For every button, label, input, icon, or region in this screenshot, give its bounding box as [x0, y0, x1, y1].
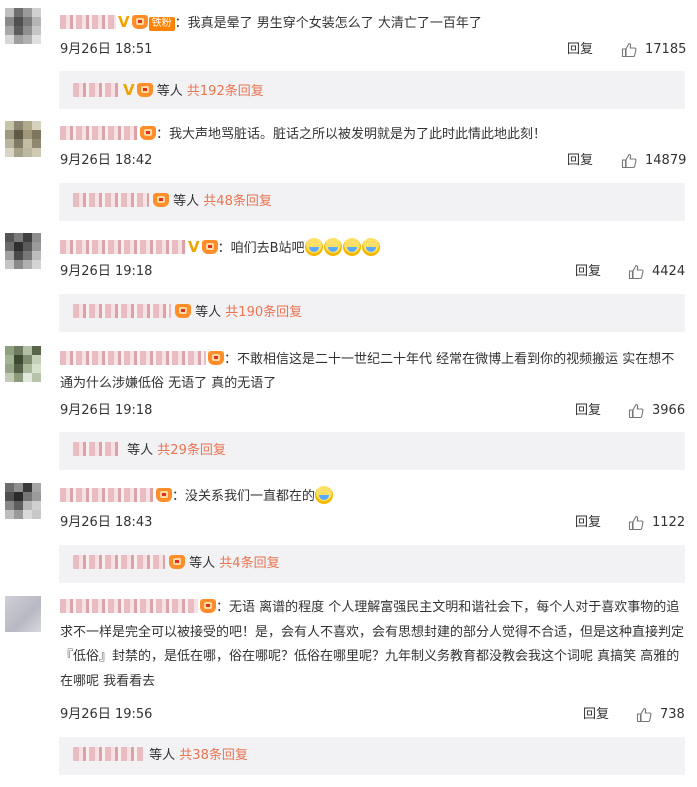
like-count: 14879 [645, 153, 687, 168]
fan-badge: 铁粉 [148, 17, 175, 31]
comment-text: 我大声地骂脏话。脏话之所以被发明就是为了此时此情此地此刻！ [169, 127, 547, 142]
like-button[interactable]: 1122 [628, 514, 685, 532]
verified-v-icon: V [123, 81, 135, 99]
reply-button[interactable]: 回复 [575, 263, 601, 281]
view-replies-link[interactable]: 共48条回复 [203, 194, 272, 209]
sub-replies-box[interactable]: 等人 共4条回复 [59, 545, 685, 583]
sub-replies-box[interactable]: 等人 共29条回复 [59, 432, 685, 470]
sub-username[interactable] [73, 193, 149, 207]
avatar[interactable] [5, 596, 41, 632]
avatar[interactable] [5, 233, 41, 269]
crying-face-emoji [323, 238, 342, 256]
verified-v-icon: V [188, 238, 200, 256]
sub-username[interactable] [73, 83, 119, 97]
like-count: 738 [660, 707, 685, 722]
comment-timestamp: 9月26日 18:51 [60, 42, 153, 57]
sub-waiting-text: 等人 [149, 748, 176, 763]
member-crown-icon [201, 240, 218, 254]
comment-body: ：没关系我们一直都在的 [60, 485, 685, 509]
comment-timestamp: 9月26日 19:18 [60, 264, 153, 279]
crying-face-emoji [315, 486, 334, 504]
comment-body: ：我大声地骂脏话。脏话之所以被发明就是为了此时此情此地此刻！ [60, 123, 685, 147]
member-crown-icon [175, 304, 191, 318]
reply-button[interactable]: 回复 [567, 152, 593, 170]
crying-face-emoji [342, 238, 361, 256]
avatar[interactable] [5, 121, 41, 157]
comment-body: ：不敢相信这是二十一世纪二十年代 经常在微博上看到你的视频搬运 实在想不通为什么… [60, 351, 675, 391]
sub-waiting-text: 等人 [195, 305, 222, 320]
avatar[interactable] [5, 346, 41, 382]
username[interactable] [60, 15, 116, 29]
crying-face-emoji [361, 238, 380, 256]
view-replies-link[interactable]: 共29条回复 [157, 443, 226, 458]
sub-waiting-text: 等人 [189, 556, 216, 571]
comment-text: 没关系我们一直都在的 [185, 489, 316, 504]
username[interactable] [60, 599, 198, 613]
like-button[interactable]: 14879 [621, 152, 686, 170]
member-crown-icon [208, 351, 224, 365]
thumb-up-icon [621, 42, 637, 58]
thumb-up-icon [628, 515, 644, 531]
like-button[interactable]: 738 [636, 706, 685, 724]
sub-username[interactable] [73, 555, 165, 569]
member-crown-icon [200, 599, 216, 613]
thumb-up-icon [621, 153, 637, 169]
username[interactable] [60, 488, 154, 502]
like-count: 17185 [645, 42, 687, 57]
reply-button[interactable]: 回复 [575, 402, 601, 420]
crying-face-emoji [304, 238, 323, 256]
comment-body: V ：咱们去B站吧 [60, 235, 685, 261]
like-count: 4424 [652, 264, 686, 279]
comment-list: V 铁粉 ：我真是晕了 男生穿个女装怎么了 大清亡了一百年了 9月26日 18:51… [0, 0, 697, 787]
reply-button[interactable]: 回复 [575, 514, 601, 532]
comment-text: 咱们去B站吧 [230, 241, 305, 256]
member-crown-icon [140, 126, 156, 140]
username[interactable] [60, 126, 138, 140]
sub-waiting-text: 等人 [127, 443, 154, 458]
avatar[interactable] [5, 483, 41, 519]
comment-body: V 铁粉 ：我真是晕了 男生穿个女装怎么了 大清亡了一百年了 [60, 10, 685, 36]
view-replies-link[interactable]: 共192条回复 [187, 84, 264, 99]
view-replies-link[interactable]: 共38条回复 [179, 748, 248, 763]
like-count: 3966 [652, 403, 686, 418]
sub-replies-box[interactable]: 等人 共38条回复 [59, 737, 685, 775]
view-replies-link[interactable]: 共190条回复 [225, 305, 302, 320]
sub-waiting-text: 等人 [156, 84, 183, 99]
username[interactable] [60, 351, 206, 365]
sub-replies-box[interactable]: 等人 共48条回复 [59, 183, 685, 221]
username[interactable] [60, 240, 186, 254]
sub-waiting-text: 等人 [173, 194, 200, 209]
thumb-up-icon [636, 707, 652, 723]
member-crown-icon [169, 555, 185, 569]
member-crown-icon [156, 488, 172, 502]
member-crown-icon [131, 15, 148, 29]
verified-v-icon: V [118, 13, 130, 31]
comment-body: ：无语 离谱的程度 个人理解富强民主文明和谐社会下，每个人对于喜欢事物的追求不一… [60, 599, 685, 689]
reply-button[interactable]: 回复 [583, 706, 609, 724]
sub-username[interactable] [73, 442, 121, 456]
sub-username[interactable] [73, 304, 171, 318]
reply-button[interactable]: 回复 [567, 41, 593, 59]
thumb-up-icon [628, 264, 644, 280]
view-replies-link[interactable]: 共4条回复 [219, 556, 279, 571]
comment-timestamp: 9月26日 19:56 [60, 707, 153, 722]
like-count: 1122 [652, 515, 686, 530]
avatar[interactable] [5, 8, 41, 44]
member-crown-icon [153, 193, 169, 207]
like-button[interactable]: 17185 [621, 41, 686, 59]
comment-timestamp: 9月26日 19:18 [60, 403, 153, 418]
sub-replies-box[interactable]: 等人 共190条回复 [59, 294, 685, 332]
sub-replies-box[interactable]: V 等人 共192条回复 [59, 71, 685, 109]
comment-text: 无语 离谱的程度 个人理解富强民主文明和谐社会下，每个人对于喜欢事物的追求不一样… [60, 600, 685, 689]
comment-timestamp: 9月26日 18:42 [60, 153, 153, 168]
comment-timestamp: 9月26日 18:43 [60, 515, 153, 530]
member-crown-icon [136, 83, 153, 97]
like-button[interactable]: 3966 [628, 402, 685, 420]
comment-text: 我真是晕了 男生穿个女装怎么了 大清亡了一百年了 [187, 16, 482, 31]
like-button[interactable]: 4424 [628, 263, 685, 281]
sub-username[interactable] [73, 747, 143, 761]
thumb-up-icon [628, 403, 644, 419]
